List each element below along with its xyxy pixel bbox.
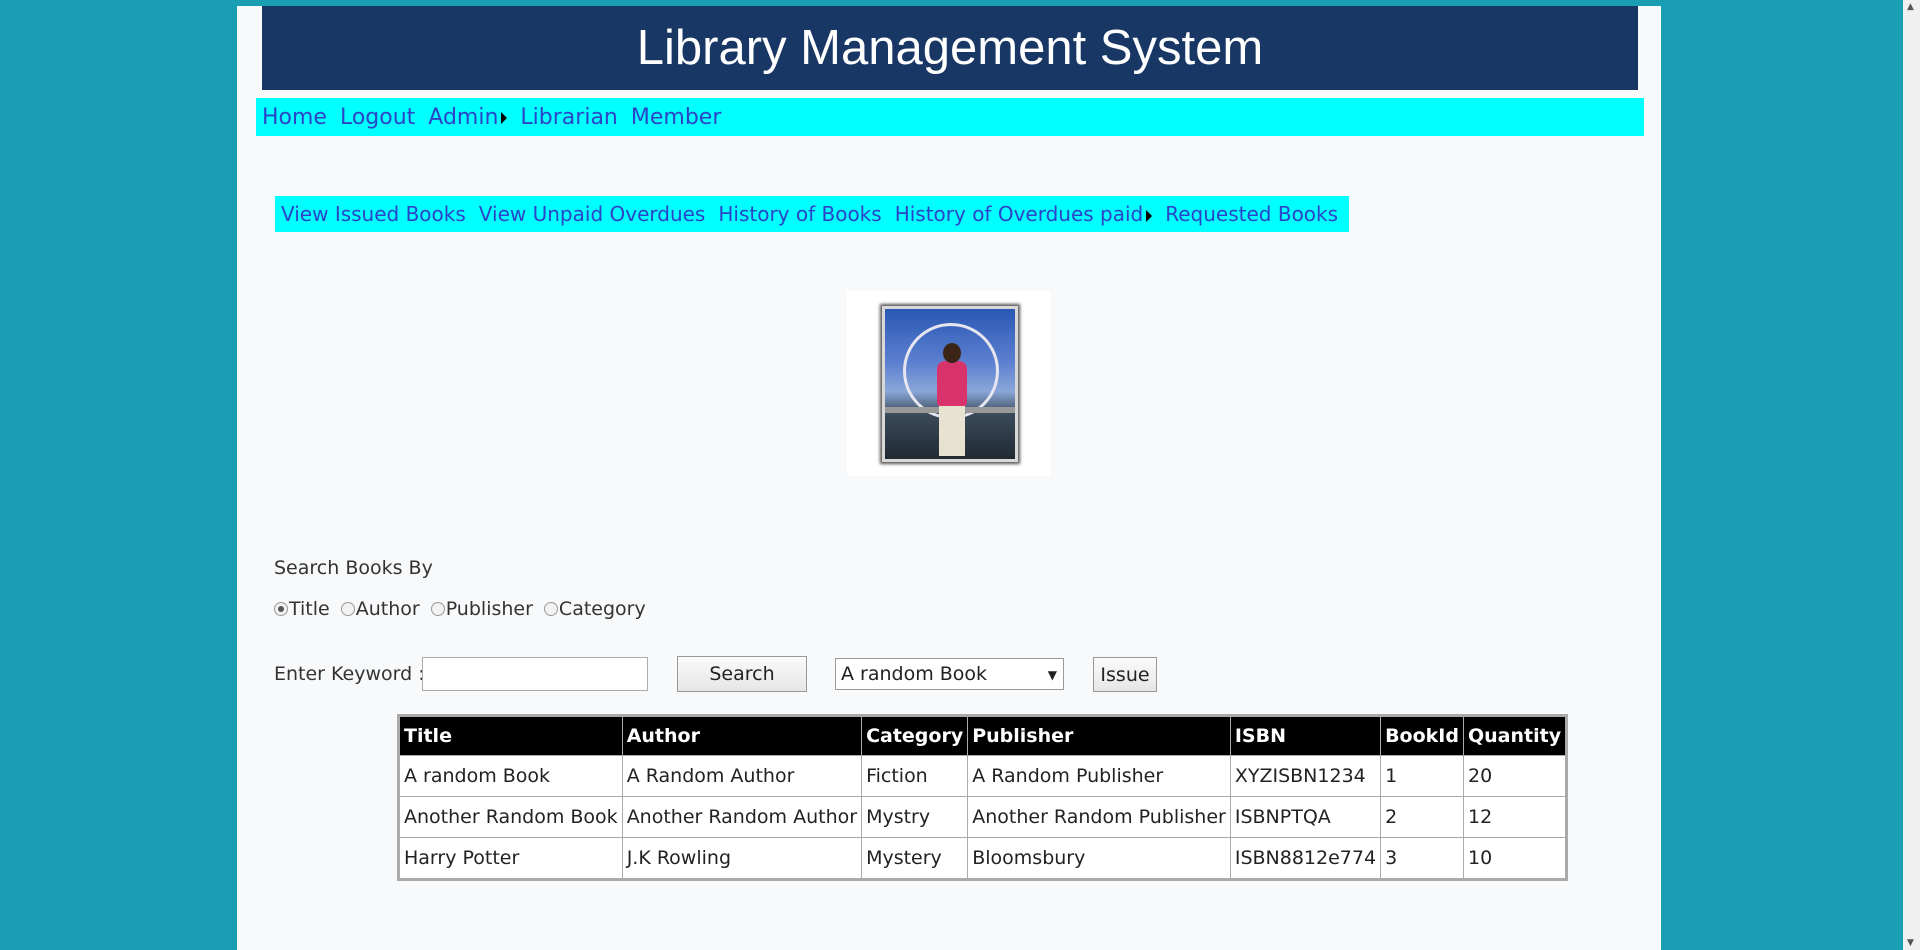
nav-admin[interactable]: Admin [428,104,508,130]
nav-home[interactable]: Home [262,105,327,130]
person-legs-shape [939,404,965,456]
books-table: Title Author Category Publisher ISBN Boo… [397,714,1569,881]
table-row: A random Book A Random Author Fiction A … [398,755,1568,797]
radio-title-label: Title [289,598,330,620]
nav-view-unpaid-overdues[interactable]: View Unpaid Overdues [479,202,706,226]
member-sub-navigation: View Issued Books View Unpaid Overdues H… [275,196,1349,232]
cell-isbn: XYZISBN1234 [1229,755,1382,797]
cell-title: A random Book [398,755,623,797]
radio-selected-icon[interactable] [274,602,288,616]
table-row: Harry Potter J.K Rowling Mystery Bloomsb… [398,837,1568,880]
search-button[interactable]: Search [677,656,807,692]
keyword-input[interactable] [422,657,648,691]
radio-unselected-icon[interactable] [430,602,445,616]
cell-title: Harry Potter [398,837,623,880]
cell-bookid: 3 [1380,837,1464,880]
nav-admin-label: Admin [428,104,499,130]
cell-isbn: ISBN8812e774 [1229,837,1382,880]
cell-category: Mystry [861,796,969,838]
nav-view-issued-books[interactable]: View Issued Books [281,202,466,226]
nav-librarian[interactable]: Librarian [520,105,617,130]
cell-category: Mystery [861,837,969,880]
radio-author[interactable]: Author [340,598,420,620]
scroll-up-arrow-icon[interactable]: ▲ [1907,2,1914,12]
caret-right-icon [1146,209,1153,222]
profile-photo-frame [847,291,1050,476]
cell-quantity: 10 [1462,837,1568,880]
column-header-title: Title [398,715,623,756]
nav-history-of-overdues-paid-label: History of Overdues paid [894,202,1144,226]
column-header-category: Category [861,715,969,756]
table-header-row: Title Author Category Publisher ISBN Boo… [398,715,1568,756]
top-navigation: Home Logout Admin Librarian Member [256,98,1644,136]
cell-publisher: A Random Publisher [967,755,1231,797]
nav-history-of-overdues-paid[interactable]: History of Overdues paid [895,202,1153,226]
person-body-shape [937,361,967,406]
radio-unselected-icon[interactable] [543,602,558,616]
search-by-label: Search Books By [274,557,433,579]
column-header-isbn: ISBN [1229,715,1382,756]
cell-publisher: Another Random Publisher [967,796,1231,838]
nav-logout[interactable]: Logout [340,105,415,130]
book-select-value: A random Book [841,663,988,685]
cell-isbn: ISBNPTQA [1229,796,1382,838]
search-type-radio-group: Title Author Publisher Category [274,598,657,620]
cell-bookid: 2 [1380,796,1464,838]
column-header-bookid: BookId [1380,715,1464,756]
column-header-author: Author [621,715,863,756]
dropdown-arrow-icon: ▼ [1047,668,1057,682]
vertical-scrollbar[interactable]: ▲ ▼ [1903,0,1920,950]
column-header-publisher: Publisher [967,715,1231,756]
cell-author: Another Random Author [621,796,863,838]
radio-category[interactable]: Category [543,598,646,620]
cell-author: J.K Rowling [621,837,863,880]
issue-button[interactable]: Issue [1093,657,1157,692]
caret-right-icon [501,111,508,124]
cell-publisher: Bloomsbury [967,837,1231,880]
nav-history-of-books[interactable]: History of Books [718,202,881,226]
keyword-label: Enter Keyword : [274,663,425,685]
page-container: Library Management System Home Logout Ad… [237,6,1661,950]
cell-author: A Random Author [621,755,863,797]
scroll-down-arrow-icon[interactable]: ▼ [1907,938,1914,948]
radio-publisher-label: Publisher [445,598,533,620]
cell-quantity: 12 [1462,796,1568,838]
profile-photo [882,306,1018,462]
radio-unselected-icon[interactable] [340,602,355,616]
radio-author-label: Author [355,598,420,620]
table-row: Another Random Book Another Random Autho… [398,796,1568,838]
cell-title: Another Random Book [398,796,623,838]
book-select[interactable]: A random Book ▼ [835,658,1064,690]
radio-title[interactable]: Title [274,598,330,620]
page-title: Library Management System [262,6,1638,90]
nav-member[interactable]: Member [631,105,722,130]
radio-publisher[interactable]: Publisher [430,598,533,620]
cell-category: Fiction [861,755,969,797]
cell-bookid: 1 [1380,755,1464,797]
person-head-shape [943,343,961,363]
nav-requested-books[interactable]: Requested Books [1165,202,1338,226]
cell-quantity: 20 [1462,755,1568,797]
column-header-quantity: Quantity [1462,715,1568,756]
radio-category-label: Category [558,598,646,620]
